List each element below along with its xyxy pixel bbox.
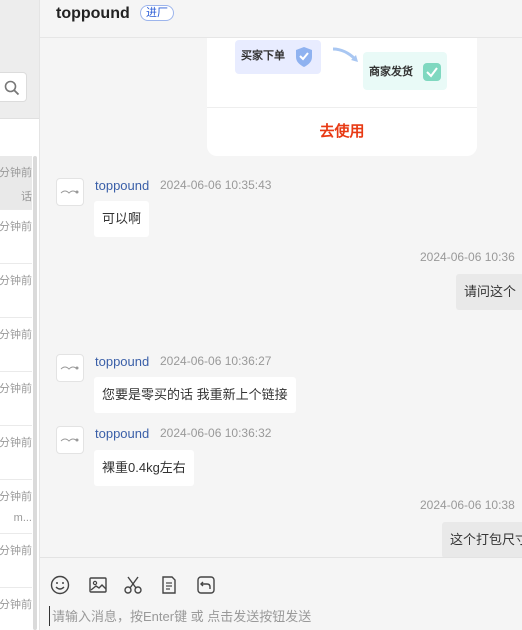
avatar[interactable] — [56, 178, 84, 206]
message-bubble: 请问这个 — [456, 274, 522, 310]
message-bubble: 您要是零买的话 我重新上个链接 — [94, 377, 296, 413]
conversation-time: 分钟前 — [0, 383, 32, 395]
emoji-icon — [50, 575, 70, 595]
message-sender[interactable]: toppound — [95, 178, 149, 193]
sidebar-divider — [0, 118, 39, 119]
conversation-time: 分钟前 — [0, 167, 32, 179]
buyer-step-label: 买家下单 — [241, 50, 285, 62]
conversation-item[interactable]: 分钟前 — [0, 210, 32, 264]
search-icon — [4, 80, 20, 96]
seller-step-label: 商家发货 — [369, 66, 413, 78]
avatar-logo-icon — [60, 438, 79, 442]
service-card: 买家下单 商家发货 去使用 — [207, 38, 477, 156]
message-list: 买家下单 商家发货 去使用 toppound 2024-06-06 10:35:… — [40, 38, 522, 557]
check-icon — [423, 63, 441, 81]
avatar-logo-icon — [60, 366, 79, 370]
arrow-icon — [332, 47, 358, 62]
conversation-time: 分钟前 — [0, 329, 32, 341]
shield-icon — [296, 47, 312, 67]
message-input[interactable] — [49, 606, 509, 626]
message-bubble: 裸重0.4kg左右 — [94, 450, 194, 486]
message-time: 2024-06-06 10:36:32 — [160, 426, 272, 440]
chat-title: toppound — [56, 5, 130, 22]
conversation-item[interactable]: 分钟前 — [0, 588, 32, 630]
avatar[interactable] — [56, 426, 84, 454]
conversation-item[interactable]: 分钟前 — [0, 264, 32, 318]
card-banner: 买家下单 商家发货 — [207, 38, 477, 108]
conversation-item[interactable]: 分钟前 — [0, 426, 32, 480]
message-bubble: 可以啊 — [94, 201, 150, 237]
scissors-button[interactable] — [122, 574, 144, 596]
conversation-item[interactable]: 分钟前 — [0, 534, 32, 588]
avatar[interactable] — [56, 354, 84, 382]
image-button[interactable] — [87, 574, 109, 596]
conversation-time: 分钟前 — [0, 437, 32, 449]
conversation-time: 分钟前 — [0, 275, 32, 287]
chat-header: toppound 进厂 — [40, 0, 522, 38]
document-edit-icon — [162, 576, 176, 594]
image-icon — [89, 577, 107, 593]
conversation-time: 分钟前 — [0, 599, 32, 611]
conversation-item[interactable]: 分钟前 — [0, 318, 32, 372]
conversation-preview: 话 — [21, 191, 32, 203]
message-time: 2024-06-06 10:36 — [420, 250, 515, 264]
message-time: 2024-06-06 10:35:43 — [160, 178, 272, 192]
reply-icon — [197, 576, 215, 594]
avatar-logo-icon — [60, 190, 79, 194]
document-button[interactable] — [158, 574, 180, 596]
sidebar-scrollbar[interactable] — [33, 156, 37, 630]
conversation-sidebar: 分钟前 话 分钟前 分钟前 分钟前 分钟前 分钟前 分钟前 m... 分钟前 分… — [0, 0, 40, 630]
conversation-item[interactable]: 分钟前 — [0, 372, 32, 426]
message-time: 2024-06-06 10:38 — [420, 498, 515, 512]
search-button[interactable] — [0, 72, 27, 102]
conversation-time: 分钟前 — [0, 491, 32, 503]
use-now-button[interactable]: 去使用 — [207, 108, 477, 156]
emoji-button[interactable] — [49, 574, 71, 596]
history-button[interactable] — [195, 574, 217, 596]
conversation-list: 分钟前 话 分钟前 分钟前 分钟前 分钟前 分钟前 分钟前 m... 分钟前 分… — [0, 156, 36, 630]
conversation-time: 分钟前 — [0, 221, 32, 233]
message-composer — [40, 557, 522, 630]
message-sender[interactable]: toppound — [95, 426, 149, 441]
conversation-time: 分钟前 — [0, 545, 32, 557]
conversation-preview: m... — [13, 512, 32, 524]
seller-step: 商家发货 — [363, 52, 447, 90]
scissors-icon — [124, 576, 142, 594]
message-sender[interactable]: toppound — [95, 354, 149, 369]
message-bubble: 这个打包尺寸 — [442, 522, 522, 557]
conversation-item[interactable]: 分钟前 m... — [0, 480, 32, 534]
factory-tag: 进厂 — [140, 5, 174, 21]
buyer-step: 买家下单 — [235, 40, 321, 74]
conversation-item[interactable]: 分钟前 话 — [0, 156, 32, 210]
message-time: 2024-06-06 10:36:27 — [160, 354, 272, 368]
